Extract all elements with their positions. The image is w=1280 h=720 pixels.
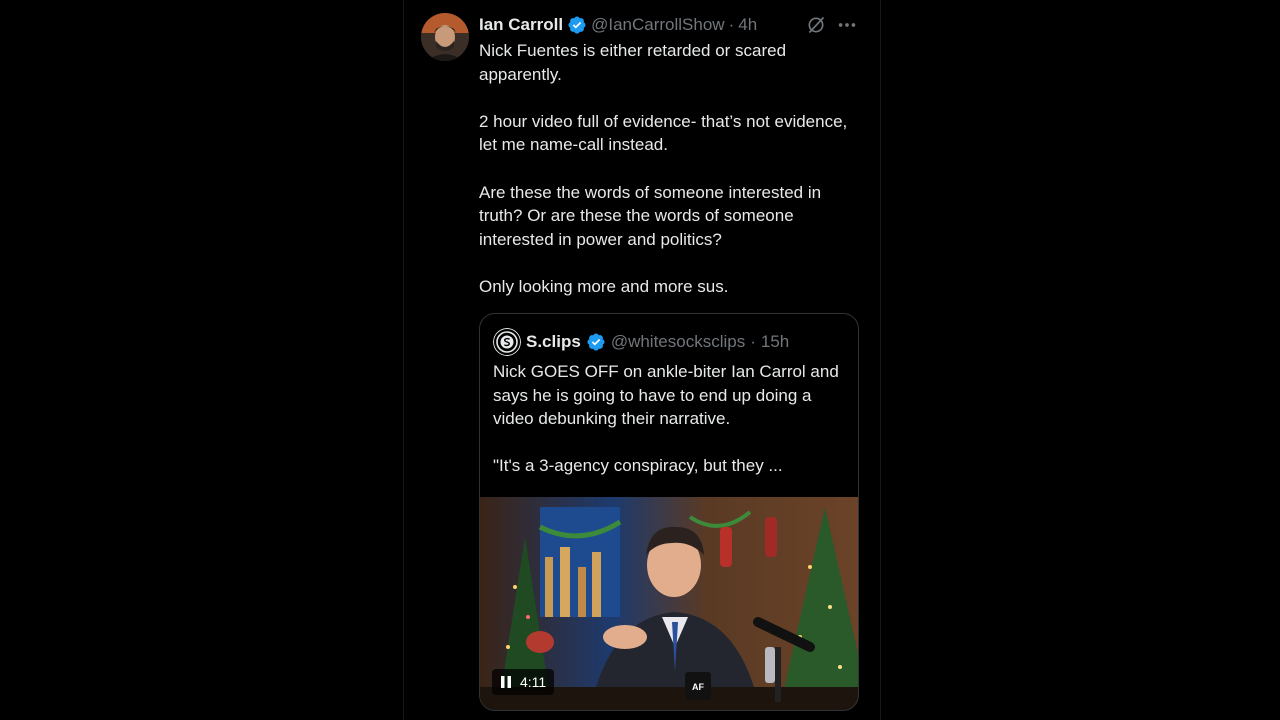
- quoted-tweet-body: Nick GOES OFF on ankle-biter Ian Carrol …: [493, 360, 848, 502]
- video-player[interactable]: AF 4:11: [480, 497, 858, 710]
- quoted-paragraph: Nick GOES OFF on ankle-biter Ian Carrol …: [493, 362, 839, 429]
- video-duration: 4:11: [520, 674, 547, 690]
- separator-dot: ·: [728, 15, 735, 34]
- tweet-paragraph: 2 hour video full of evidence- that’s no…: [479, 111, 848, 155]
- tweet-paragraph: Only looking more and more sus.: [479, 276, 729, 296]
- more-icon[interactable]: [836, 15, 858, 35]
- quoted-timestamp[interactable]: 15h: [761, 332, 789, 352]
- quoted-author-avatar[interactable]: [493, 328, 521, 356]
- video-controls[interactable]: 4:11: [492, 669, 555, 695]
- tweet-paragraph: Nick Fuentes is either retarded or scare…: [479, 41, 787, 84]
- pause-icon[interactable]: [500, 676, 512, 688]
- tweet-header: Ian Carroll @IanCarrollShow · 4h: [479, 14, 757, 36]
- quoted-author-handle[interactable]: @whitesocksclips: [611, 332, 745, 352]
- grok-icon[interactable]: [806, 15, 826, 35]
- author-avatar[interactable]: [421, 13, 469, 61]
- quoted-tweet-card[interactable]: S.clips @whitesocksclips · 15h Nick GOES…: [479, 313, 859, 711]
- tweet-paragraph: Are these the words of someone intereste…: [479, 182, 822, 249]
- quoted-author-name[interactable]: S.clips: [526, 332, 581, 352]
- author-name[interactable]: Ian Carroll: [479, 15, 563, 35]
- quoted-paragraph: "It's a 3-agency conspiracy, but they ..…: [493, 456, 783, 476]
- separator-dot: ·: [750, 332, 756, 351]
- tweet-body: Nick Fuentes is either retarded or scare…: [479, 39, 859, 322]
- quoted-tweet-header: S.clips @whitesocksclips · 15h: [493, 328, 789, 356]
- verified-badge-icon: [587, 333, 605, 351]
- author-handle[interactable]: @IanCarrollShow: [591, 15, 724, 35]
- tweet-timestamp[interactable]: 4h: [738, 15, 757, 35]
- verified-badge-icon: [568, 16, 586, 34]
- mug-logo: AF: [692, 682, 704, 692]
